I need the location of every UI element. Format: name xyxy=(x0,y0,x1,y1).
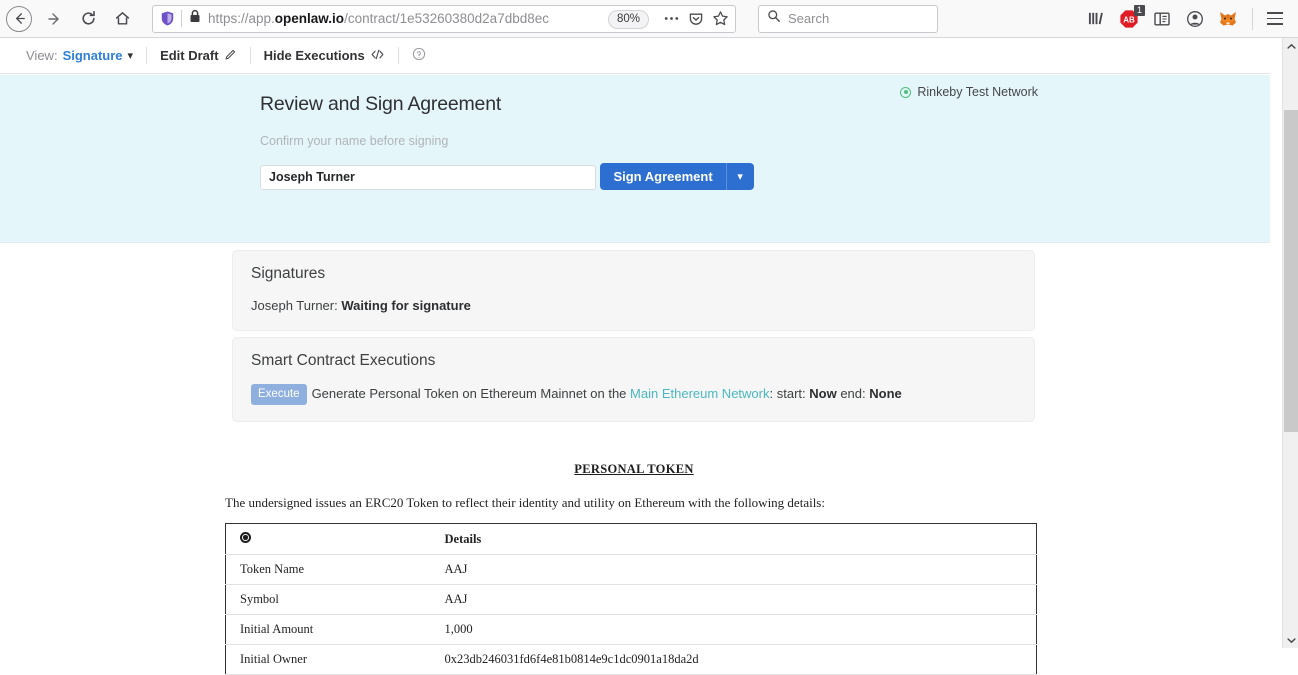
settings-gear-icon xyxy=(240,532,251,543)
table-header-icon-cell xyxy=(225,523,431,555)
navigation-buttons xyxy=(0,4,138,34)
reload-icon[interactable] xyxy=(72,4,104,34)
help-circle-icon[interactable] xyxy=(412,47,426,64)
row-label: Initial Owner xyxy=(225,644,431,675)
hide-executions-label: Hide Executions xyxy=(263,48,365,63)
address-bar-container: https://app.openlaw.io/contract/1e532603… xyxy=(152,4,736,33)
row-value: AAJ xyxy=(430,584,1037,615)
execution-description: Generate Personal Token on Ethereum Main… xyxy=(311,386,627,401)
row-value: AAJ xyxy=(430,554,1037,585)
pencil-icon xyxy=(224,48,237,64)
sign-agreement-button-group: Sign Agreement ▾ xyxy=(600,163,754,190)
signer-name-input[interactable] xyxy=(260,164,596,190)
toolbar-divider xyxy=(397,47,399,64)
search-icon xyxy=(767,9,781,28)
address-bar[interactable]: https://app.openlaw.io/contract/1e532603… xyxy=(152,4,736,33)
lock-icon[interactable] xyxy=(189,9,201,28)
network-status-badge: Rinkeby Test Network xyxy=(900,85,1038,99)
url-divider xyxy=(181,10,182,27)
edit-draft-label: Edit Draft xyxy=(160,48,219,63)
code-brackets-icon xyxy=(370,48,385,64)
document-heading: PERSONAL TOKEN xyxy=(574,462,694,476)
row-label: Symbol xyxy=(225,584,431,615)
document-paragraph: The undersigned issues an ERC20 Token to… xyxy=(225,495,825,510)
table-row: Initial Amount 1,000 xyxy=(225,614,1037,645)
row-value: 0x23db246031fd6f4e81b0814e9c1dc0901a18da… xyxy=(430,644,1037,675)
row-label: Initial Amount xyxy=(225,614,431,645)
review-and-sign-panel: Review and Sign Agreement Confirm your n… xyxy=(0,75,1270,243)
adblock-icon[interactable]: AB 1 xyxy=(1118,4,1145,30)
scrollbar-thumb[interactable] xyxy=(1284,110,1298,432)
search-bar[interactable]: Search xyxy=(758,4,938,33)
network-name: Rinkeby Test Network xyxy=(917,85,1038,99)
sign-subtitle: Confirm your name before signing xyxy=(260,134,449,148)
library-icon[interactable] xyxy=(1085,8,1107,30)
execution-start-value: Now xyxy=(809,386,837,401)
forward-arrow-icon[interactable] xyxy=(38,4,70,34)
contract-document: PERSONAL TOKEN The undersigned issues an… xyxy=(225,462,1043,675)
extension-icons: AB 1 xyxy=(1085,4,1298,30)
sign-agreement-button[interactable]: Sign Agreement xyxy=(600,163,726,190)
back-arrow-icon[interactable] xyxy=(6,5,32,32)
home-icon[interactable] xyxy=(106,4,138,34)
signatures-card-title: Signatures xyxy=(251,265,326,282)
table-header-details: Details xyxy=(430,523,1037,555)
adblock-badge-count: 1 xyxy=(1134,4,1145,16)
signature-status-row: Joseph Turner: Waiting for signature xyxy=(251,297,1016,314)
page-scrollbar[interactable] xyxy=(1282,38,1298,648)
sign-agreement-dropdown-button[interactable]: ▾ xyxy=(725,163,754,190)
browser-toolbar: https://app.openlaw.io/contract/1e532603… xyxy=(0,0,1298,38)
network-status-dot-icon xyxy=(900,86,912,98)
sidebar-icon[interactable] xyxy=(1151,8,1173,30)
row-value: 1,000 xyxy=(430,614,1037,645)
account-icon[interactable] xyxy=(1184,8,1206,30)
ellipsis-icon[interactable] xyxy=(663,10,680,27)
table-row: Symbol AAJ xyxy=(225,584,1037,615)
table-row: Token Name AAJ xyxy=(225,554,1037,585)
main-ethereum-network-link[interactable]: Main Ethereum Network xyxy=(630,386,769,401)
url-text: https://app.openlaw.io/contract/1e532603… xyxy=(208,11,549,26)
signatures-card: Signatures Joseph Turner: Waiting for si… xyxy=(232,250,1035,331)
page-title: Review and Sign Agreement xyxy=(260,93,502,115)
view-selector[interactable]: View: Signature ▾ xyxy=(26,48,133,63)
search-placeholder: Search xyxy=(788,11,830,26)
table-row: Initial Owner 0x23db246031fd6f4e81b0814e… xyxy=(225,644,1037,675)
view-value[interactable]: Signature xyxy=(63,48,123,63)
toolbar-divider xyxy=(1252,7,1253,30)
smart-contract-executions-card: Smart Contract Executions Execute Generat… xyxy=(232,337,1035,422)
scroll-down-arrow-icon[interactable] xyxy=(1283,632,1298,648)
view-label: View: xyxy=(26,48,58,63)
address-bar-icons xyxy=(663,10,729,27)
star-icon[interactable] xyxy=(712,10,729,27)
app-toolbar: View: Signature ▾ Edit Draft Hide Execut… xyxy=(0,38,1270,74)
execution-end-value: None xyxy=(869,386,902,401)
signer-name: Joseph Turner: xyxy=(251,298,338,313)
pocket-icon[interactable] xyxy=(688,11,704,27)
execution-start-label: : start: xyxy=(769,386,806,401)
token-details-table: Details Token Name AAJ Symbol AAJ Initia… xyxy=(225,523,1037,675)
chevron-down-icon[interactable]: ▾ xyxy=(128,49,134,62)
svg-text:AB: AB xyxy=(1123,15,1135,24)
hamburger-menu-icon[interactable] xyxy=(1264,12,1290,25)
execution-row: Execute Generate Personal Token on Ethere… xyxy=(251,384,1016,405)
execute-button[interactable]: Execute xyxy=(251,384,307,405)
hide-executions-button[interactable]: Hide Executions xyxy=(264,48,385,64)
scroll-up-arrow-icon[interactable] xyxy=(1283,38,1298,54)
toolbar-divider xyxy=(249,47,251,64)
table-header-row: Details xyxy=(225,523,1037,555)
shield-icon[interactable] xyxy=(159,10,176,27)
status-badge: Waiting for signature xyxy=(341,298,471,313)
zoom-level-indicator[interactable]: 80% xyxy=(607,9,649,29)
executions-card-title: Smart Contract Executions xyxy=(251,352,436,369)
row-label: Token Name xyxy=(225,554,431,585)
toolbar-divider xyxy=(146,47,148,64)
metamask-fox-icon[interactable] xyxy=(1217,8,1239,30)
edit-draft-button[interactable]: Edit Draft xyxy=(160,48,237,64)
execution-end-label: end: xyxy=(840,386,866,401)
